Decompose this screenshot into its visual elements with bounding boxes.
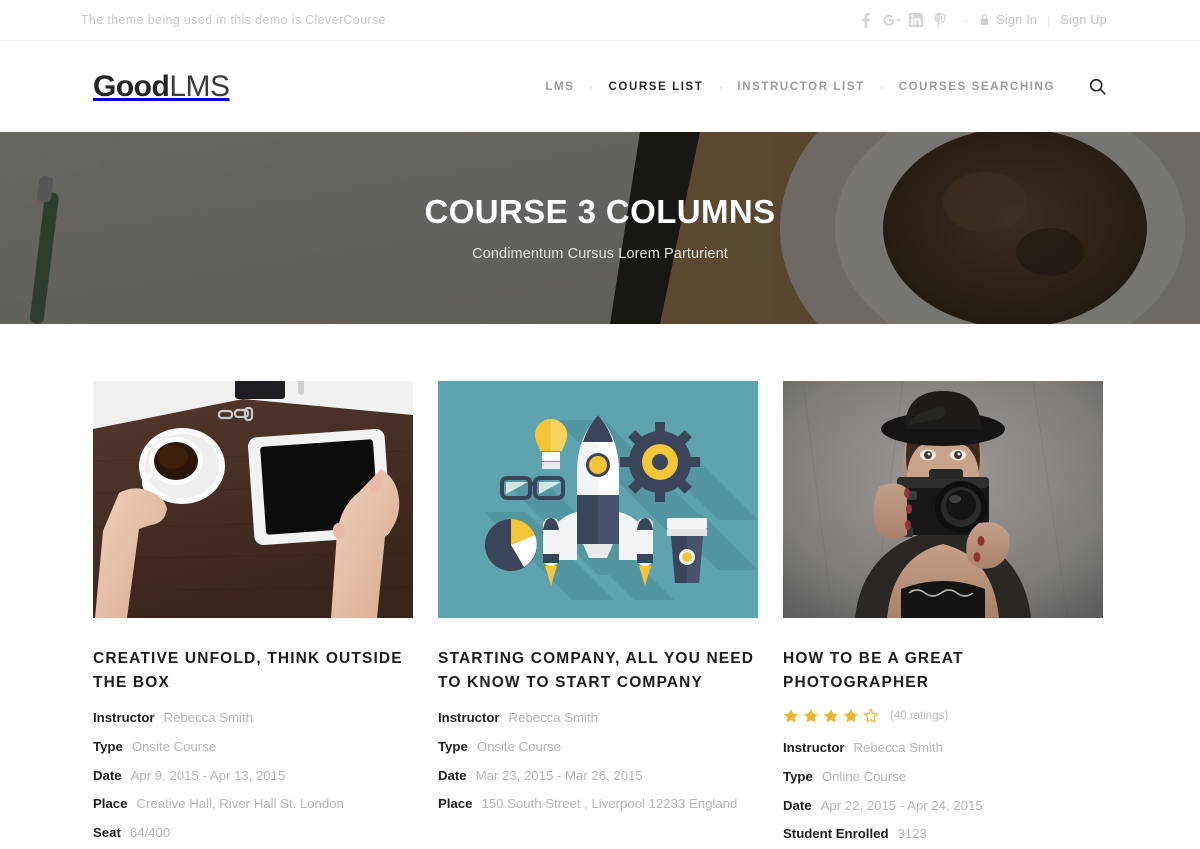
search-icon[interactable] <box>1087 77 1107 97</box>
course-meta-place: Place 150 South Street , Liverpool 12233… <box>438 794 758 814</box>
meta-label: Instructor <box>783 740 845 756</box>
site-header: GoodLMS LMS · COURSE LIST · INSTRUCTOR L… <box>0 41 1200 132</box>
meta-value: Apr 9, 2015 - Apr 13, 2015 <box>130 767 286 783</box>
meta-label: Type <box>783 768 813 784</box>
meta-value: Rebecca Smith <box>508 710 598 726</box>
star-filled-icon <box>783 708 799 724</box>
meta-value: Mar 23, 2015 - Mar 26, 2015 <box>475 767 643 783</box>
course-meta-type: Type Onsite Course <box>438 737 758 757</box>
linkedin-icon[interactable] <box>904 9 929 31</box>
sign-up-link[interactable]: Sign Up <box>1060 13 1107 27</box>
meta-value: Creative Hall, River Hall St. London <box>136 796 344 812</box>
course-title[interactable]: STARTING COMPANY, ALL YOU NEED TO KNOW T… <box>438 647 758 694</box>
nav-item-courses-searching[interactable]: COURSES SEARCHING <box>899 81 1055 93</box>
star-empty-icon <box>863 708 879 724</box>
nav-separator-dot: · <box>718 79 723 94</box>
course-meta-instructor: Instructor Rebecca Smith <box>438 708 758 728</box>
course-thumbnail-rocket-startup[interactable] <box>438 381 758 618</box>
course-meta-date: Date Apr 22, 2015 - Apr 24, 2015 <box>783 796 1103 816</box>
course-meta-type: Type Online Course <box>783 767 1103 787</box>
course-meta-instructor: Instructor Rebecca Smith <box>93 708 413 728</box>
demo-theme-note: The theme being used in this demo is Cle… <box>81 13 386 27</box>
nav-item-instructor-list[interactable]: INSTRUCTOR LIST <box>737 81 864 93</box>
site-logo[interactable]: GoodLMS <box>93 69 230 103</box>
top-bar: The theme being used in this demo is Cle… <box>0 0 1200 41</box>
meta-label: Date <box>93 767 122 783</box>
star-rating[interactable] <box>783 708 879 724</box>
course-title[interactable]: HOW TO BE A GREAT PHOTOGRAPHER <box>783 647 1103 694</box>
pinterest-icon[interactable] <box>929 9 954 31</box>
meta-value: Onsite Course <box>131 738 217 754</box>
meta-label: Instructor <box>93 710 155 726</box>
course-meta-instructor: Instructor Rebecca Smith <box>783 738 1103 758</box>
pie-chart-shape <box>485 519 537 571</box>
course-meta-type: Type Onsite Course <box>93 737 413 757</box>
course-rating: (40 ratings) <box>783 708 1103 724</box>
meta-label: Place <box>438 796 473 812</box>
star-filled-icon <box>843 708 859 724</box>
meta-label: Place <box>93 796 128 812</box>
course-list-section: CREATIVE UNFOLD, THINK OUTSIDE THE BOX I… <box>0 324 1200 849</box>
course-meta-list: Instructor Rebecca Smith Type Online Cou… <box>783 738 1103 844</box>
course-title[interactable]: CREATIVE UNFOLD, THINK OUTSIDE THE BOX <box>93 647 413 694</box>
meta-label: Seat <box>93 825 121 841</box>
main-navigation: LMS · COURSE LIST · INSTRUCTOR LIST · CO… <box>545 77 1107 97</box>
auth-group: Sign In | Sign Up <box>980 13 1107 27</box>
course-card: HOW TO BE A GREAT PHOTOGRAPHER (40 ratin… <box>783 381 1103 849</box>
course-thumbnail-woman-with-camera[interactable] <box>783 381 1103 618</box>
gear-shape <box>620 422 700 502</box>
nav-separator-dot: · <box>879 79 884 94</box>
topbar-right-group: · Sign In | Sign Up <box>854 0 1107 40</box>
meta-label: Instructor <box>438 710 500 726</box>
meta-value: 3123 <box>897 826 927 842</box>
logo-strong-text: Good <box>93 69 170 103</box>
auth-separator: | <box>1047 13 1051 27</box>
facebook-icon[interactable] <box>854 9 879 31</box>
lock-icon <box>980 14 989 26</box>
meta-value: 64/400 <box>129 825 171 841</box>
course-grid: CREATIVE UNFOLD, THINK OUTSIDE THE BOX I… <box>93 381 1107 849</box>
page-title: COURSE 3 COLUMNS <box>424 193 776 231</box>
star-filled-icon <box>823 708 839 724</box>
meta-label: Type <box>438 738 468 754</box>
course-meta-list: Instructor Rebecca Smith Type Onsite Cou… <box>438 708 758 814</box>
course-card: CREATIVE UNFOLD, THINK OUTSIDE THE BOX I… <box>93 381 413 849</box>
meta-value: Apr 22, 2015 - Apr 24, 2015 <box>820 797 983 813</box>
meta-value: Online Course <box>821 768 907 784</box>
page-subtitle: Condimentum Cursus Lorem Parturient <box>472 245 728 262</box>
meta-label: Date <box>783 797 812 813</box>
meta-value: Rebecca Smith <box>853 740 943 756</box>
sign-in-link[interactable]: Sign In <box>996 13 1037 27</box>
course-meta-place: Place Creative Hall, River Hall St. Lond… <box>93 794 413 814</box>
googleplus-icon[interactable] <box>879 9 904 31</box>
nav-separator-dot: · <box>589 79 594 94</box>
meta-value: 150 South Street , Liverpool 12233 Engla… <box>481 796 738 812</box>
hero-banner: COURSE 3 COLUMNS Condimentum Cursus Lore… <box>0 132 1200 324</box>
course-meta-date: Date Mar 23, 2015 - Mar 26, 2015 <box>438 766 758 786</box>
meta-label: Type <box>93 738 123 754</box>
topbar-separator-dot: · <box>964 12 970 28</box>
meta-value: Onsite Course <box>476 738 562 754</box>
nav-item-course-list[interactable]: COURSE LIST <box>609 81 704 93</box>
rating-count-label: (40 ratings) <box>890 710 949 723</box>
course-meta-date: Date Apr 9, 2015 - Apr 13, 2015 <box>93 766 413 786</box>
meta-label: Student Enrolled <box>783 826 889 842</box>
meta-value: Rebecca Smith <box>163 710 253 726</box>
course-card: STARTING COMPANY, ALL YOU NEED TO KNOW T… <box>438 381 758 849</box>
course-thumbnail-desk-coffee-tablet[interactable] <box>93 381 413 618</box>
course-meta-student-enrolled: Student Enrolled 3123 <box>783 824 1103 844</box>
course-meta-list: Instructor Rebecca Smith Type Onsite Cou… <box>93 708 413 843</box>
meta-label: Date <box>438 767 467 783</box>
social-links <box>854 9 954 31</box>
course-meta-seat: Seat 64/400 <box>93 823 413 843</box>
logo-light-text: LMS <box>169 69 230 103</box>
nav-item-lms[interactable]: LMS <box>545 81 574 93</box>
star-filled-icon <box>803 708 819 724</box>
